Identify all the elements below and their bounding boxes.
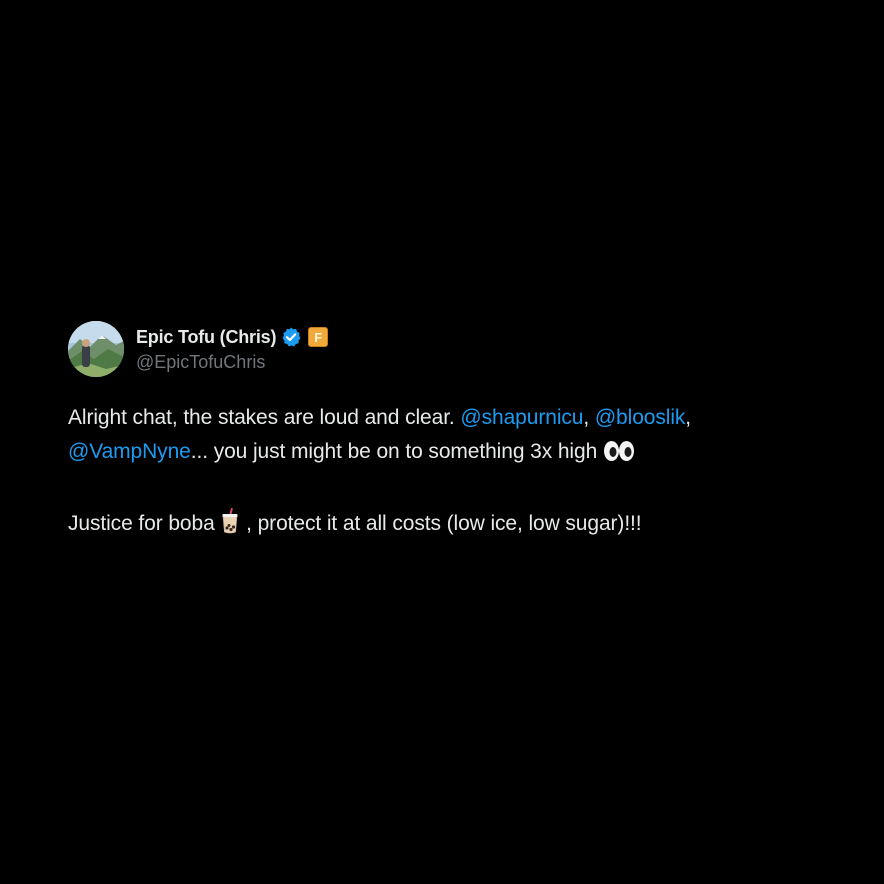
tweet-text-separator: , [583, 406, 595, 429]
tweet-paragraph-2: Justice for boba , protect it at all cos… [68, 507, 828, 545]
mention-link-blooslik[interactable]: @blooslik [595, 406, 686, 429]
display-name[interactable]: Epic Tofu (Chris) [136, 327, 276, 348]
verified-check-icon[interactable] [280, 326, 302, 348]
tweet-text-segment: Alright chat, the stakes are loud and cl… [68, 406, 461, 429]
tweet-text-segment: Justice for boba [68, 512, 221, 535]
tweet-paragraph-1: Alright chat, the stakes are loud and cl… [68, 401, 828, 473]
mention-link-vampnyne[interactable]: @VampNyne [68, 440, 191, 463]
author-handle[interactable]: @EpicTofuChris [136, 352, 328, 373]
avatar-image [68, 320, 124, 377]
tweet-text-segment: ... you just might be on to something 3x… [190, 440, 603, 463]
bubble-tea-emoji-icon [220, 507, 240, 545]
tweet-card: Epic Tofu (Chris) F @EpicTofuChris Alrig… [68, 320, 828, 545]
tweet-text-segment: , protect it at all costs (low ice, low … [240, 512, 642, 535]
eyes-emoji-icon [603, 439, 635, 473]
author-names: Epic Tofu (Chris) F @EpicTofuChris [136, 324, 329, 373]
name-row: Epic Tofu (Chris) F [136, 324, 329, 350]
tweet-header: Epic Tofu (Chris) F @EpicTofuChris [68, 320, 828, 377]
affiliate-badge-icon[interactable]: F [308, 327, 329, 347]
tweet-text: Alright chat, the stakes are loud and cl… [68, 401, 828, 545]
mention-link-shapurnicu[interactable]: @shapurnicu [460, 406, 583, 429]
avatar[interactable] [68, 320, 124, 377]
tweet-text-separator: , [685, 406, 692, 429]
